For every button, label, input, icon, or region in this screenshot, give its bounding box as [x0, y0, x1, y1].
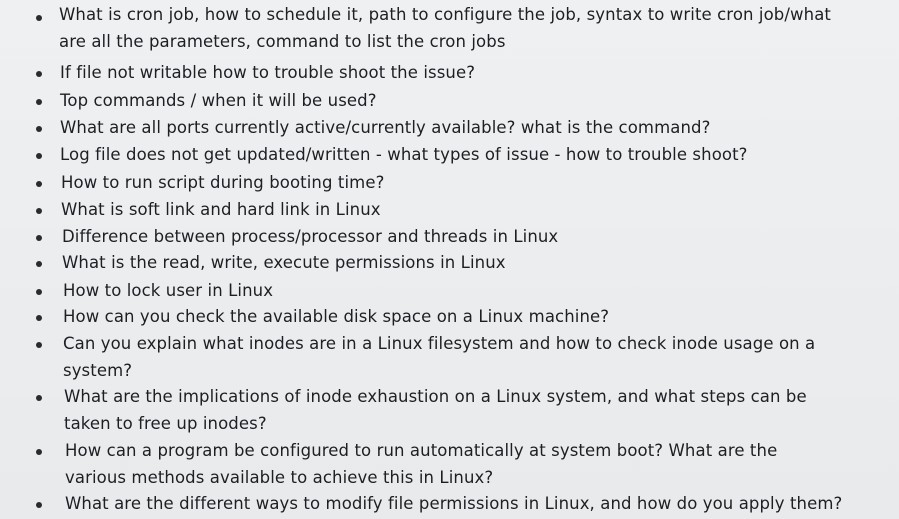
bullet-icon [36, 181, 42, 187]
bullet-icon [36, 208, 42, 214]
list-item-text: What are the implications of inode exhau… [64, 387, 807, 433]
list-item-text: How can you check the available disk spa… [63, 307, 610, 326]
bullet-icon [36, 235, 42, 241]
bullet-icon [36, 315, 42, 321]
list-item-text: What are the different ways to modify fi… [65, 494, 843, 513]
list-item-text: What is cron job, how to schedule it, pa… [59, 5, 831, 51]
bullet-icon [36, 153, 42, 159]
list-item-text: What are all ports currently active/curr… [60, 118, 711, 137]
bullet-icon [36, 449, 42, 455]
document-page: What is cron job, how to schedule it, pa… [0, 0, 899, 519]
list-item-text: Can you explain what inodes are in a Lin… [63, 334, 816, 380]
list-item-text: How to lock user in Linux [63, 281, 274, 300]
list-item-text: Difference between process/processor and… [62, 227, 559, 246]
list-item-text: How to run script during booting time? [61, 173, 385, 192]
list-item-text: If file not writable how to trouble shoo… [60, 63, 476, 82]
list-item-text: How can a program be configured to run a… [65, 441, 778, 487]
bullet-icon [36, 342, 42, 348]
bullet-icon [36, 261, 42, 267]
list-item-text: What is the read, write, execute permiss… [62, 253, 506, 272]
bullet-icon [36, 99, 42, 105]
bullet-icon [36, 15, 42, 21]
bullet-icon [36, 289, 42, 295]
bullet-icon [36, 126, 42, 132]
list-item-text: What is soft link and hard link in Linux [61, 200, 381, 219]
list-item-text: Log file does not get updated/written - … [60, 145, 748, 164]
bullet-icon [36, 395, 42, 401]
bullet-icon [36, 502, 42, 508]
bullet-icon [36, 71, 42, 77]
list-item-text: Top commands / when it will be used? [60, 91, 377, 110]
